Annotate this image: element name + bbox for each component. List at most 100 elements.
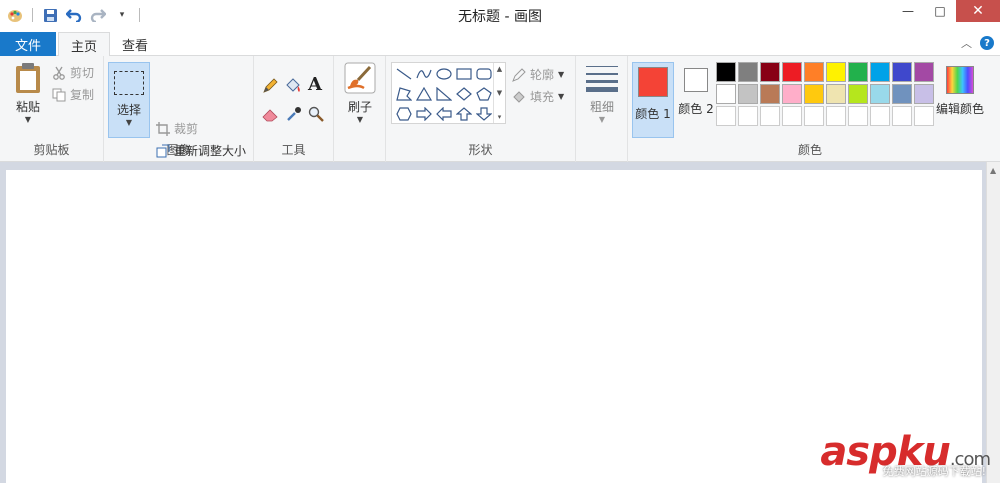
palette-color-swatch[interactable] (848, 84, 868, 104)
palette-color-swatch[interactable] (892, 62, 912, 82)
resize-label: 重新调整大小 (174, 144, 247, 158)
brushes-dropdown-icon[interactable]: ▼ (357, 115, 363, 124)
palette-color-swatch[interactable] (738, 62, 758, 82)
palette-color-swatch[interactable] (870, 84, 890, 104)
palette-color-swatch[interactable] (782, 84, 802, 104)
size-button[interactable]: 粗细 ▼ (582, 64, 622, 124)
fill-bucket-icon[interactable] (284, 78, 302, 97)
tab-file[interactable]: 文件 (0, 32, 56, 56)
resize-button[interactable]: 重新调整大小 (156, 142, 246, 159)
curve-shape-icon[interactable] (414, 65, 434, 83)
palette-color-swatch[interactable] (782, 62, 802, 82)
select-dropdown-icon[interactable]: ▼ (126, 118, 132, 127)
scroll-down-icon[interactable]: ▼ (497, 89, 502, 97)
palette-color-swatch[interactable] (914, 106, 934, 126)
shapes-group-label: 形状 (468, 143, 493, 157)
palette-color-swatch[interactable] (738, 106, 758, 126)
left-arrow-shape-icon[interactable] (434, 105, 454, 123)
outline-label: 轮廓 (530, 68, 555, 82)
palette-color-swatch[interactable] (870, 62, 890, 82)
scroll-up-icon[interactable]: ▲ (497, 65, 502, 73)
paste-dropdown-icon[interactable]: ▼ (25, 115, 31, 124)
maximize-button[interactable]: □ (924, 0, 956, 22)
close-button[interactable]: ✕ (956, 0, 1000, 22)
outline-button[interactable]: 轮廓 ▼ (512, 66, 564, 83)
palette-color-swatch[interactable] (914, 62, 934, 82)
save-icon[interactable] (41, 6, 59, 24)
eraser-icon[interactable] (262, 108, 278, 125)
watermark: aspku.com 免费网站源码下载站! (820, 429, 991, 478)
rounded-rectangle-shape-icon[interactable] (474, 65, 494, 83)
palette-color-swatch[interactable] (804, 62, 824, 82)
color2-button[interactable]: 颜色 2 (676, 62, 716, 138)
help-icon[interactable]: ? (980, 36, 994, 50)
rectangle-shape-icon[interactable] (454, 65, 474, 83)
tab-view[interactable]: 查看 (110, 32, 160, 56)
palette-color-swatch[interactable] (826, 62, 846, 82)
right-arrow-shape-icon[interactable] (414, 105, 434, 123)
tab-home[interactable]: 主页 (58, 32, 111, 57)
diamond-shape-icon[interactable] (454, 85, 474, 103)
palette-color-swatch[interactable] (804, 84, 824, 104)
redo-icon[interactable] (89, 6, 107, 24)
crop-button[interactable]: 裁剪 (156, 120, 198, 137)
fill-dropdown-icon[interactable]: ▼ (558, 92, 564, 101)
size-dropdown-icon[interactable]: ▼ (599, 115, 605, 124)
palette-color-swatch[interactable] (826, 106, 846, 126)
hexagon-shape-icon[interactable] (394, 105, 414, 123)
palette-color-swatch[interactable] (804, 106, 824, 126)
palette-color-swatch[interactable] (716, 84, 736, 104)
right-triangle-shape-icon[interactable] (434, 85, 454, 103)
palette-color-swatch[interactable] (760, 106, 780, 126)
oval-shape-icon[interactable] (434, 65, 454, 83)
scroll-up-arrow-icon[interactable]: ▲ (990, 166, 996, 175)
palette-color-swatch[interactable] (716, 62, 736, 82)
brushes-group: 刷子 ▼ (334, 56, 386, 162)
collapse-ribbon-icon[interactable]: ︿ (961, 35, 972, 51)
polygon-shape-icon[interactable] (394, 85, 414, 103)
palette-color-swatch[interactable] (892, 84, 912, 104)
triangle-shape-icon[interactable] (414, 85, 434, 103)
color-picker-icon[interactable] (286, 106, 302, 125)
palette-color-swatch[interactable] (716, 106, 736, 126)
palette-color-swatch[interactable] (738, 84, 758, 104)
up-arrow-shape-icon[interactable] (454, 105, 474, 123)
minimize-button[interactable]: — (892, 0, 924, 22)
paste-button[interactable]: 粘贴 ▼ (8, 62, 48, 124)
colors-group-label: 颜色 (797, 143, 822, 157)
palette-color-swatch[interactable] (848, 62, 868, 82)
copy-button[interactable]: 复制 (52, 86, 94, 103)
outline-dropdown-icon[interactable]: ▼ (558, 70, 564, 79)
pencil-icon[interactable] (262, 78, 278, 97)
expand-gallery-icon[interactable]: ▾ (498, 113, 502, 121)
pentagon-shape-icon[interactable] (474, 85, 494, 103)
cut-button[interactable]: 剪切 (52, 64, 94, 81)
magnifier-icon[interactable] (308, 106, 324, 125)
cut-label: 剪切 (70, 66, 95, 80)
text-tool-icon[interactable]: A (308, 74, 322, 95)
shapes-gallery-scroll[interactable]: ▲ ▼ ▾ (493, 63, 505, 123)
palette-color-swatch[interactable] (914, 84, 934, 104)
palette-color-swatch[interactable] (848, 106, 868, 126)
color-spectrum-icon (946, 66, 974, 94)
watermark-subtitle: 免费网站源码下载站! (882, 465, 986, 478)
palette-color-swatch[interactable] (760, 84, 780, 104)
fill-button[interactable]: 填充 ▼ (512, 88, 564, 105)
palette-color-swatch[interactable] (760, 62, 780, 82)
customize-qat-icon[interactable]: ▾ (113, 6, 131, 24)
palette-color-swatch[interactable] (782, 106, 802, 126)
color1-button[interactable]: 颜色 1 (632, 62, 674, 138)
palette-color-swatch[interactable] (892, 106, 912, 126)
down-arrow-shape-icon[interactable] (474, 105, 494, 123)
undo-icon[interactable] (65, 6, 83, 24)
line-shape-icon[interactable] (394, 65, 414, 83)
palette-color-swatch[interactable] (826, 84, 846, 104)
edit-colors-button[interactable]: 编辑颜色 (934, 62, 986, 138)
paint-app-icon[interactable] (6, 6, 24, 24)
title-bar: ▾ 无标题 - 画图 — □ ✕ (0, 0, 1000, 30)
brushes-button[interactable]: 刷子 ▼ (340, 62, 380, 124)
palette-color-swatch[interactable] (870, 106, 890, 126)
select-label: 选择 (116, 103, 141, 117)
quick-access-toolbar: ▾ (6, 6, 142, 24)
select-button[interactable]: 选择 ▼ (108, 62, 150, 138)
